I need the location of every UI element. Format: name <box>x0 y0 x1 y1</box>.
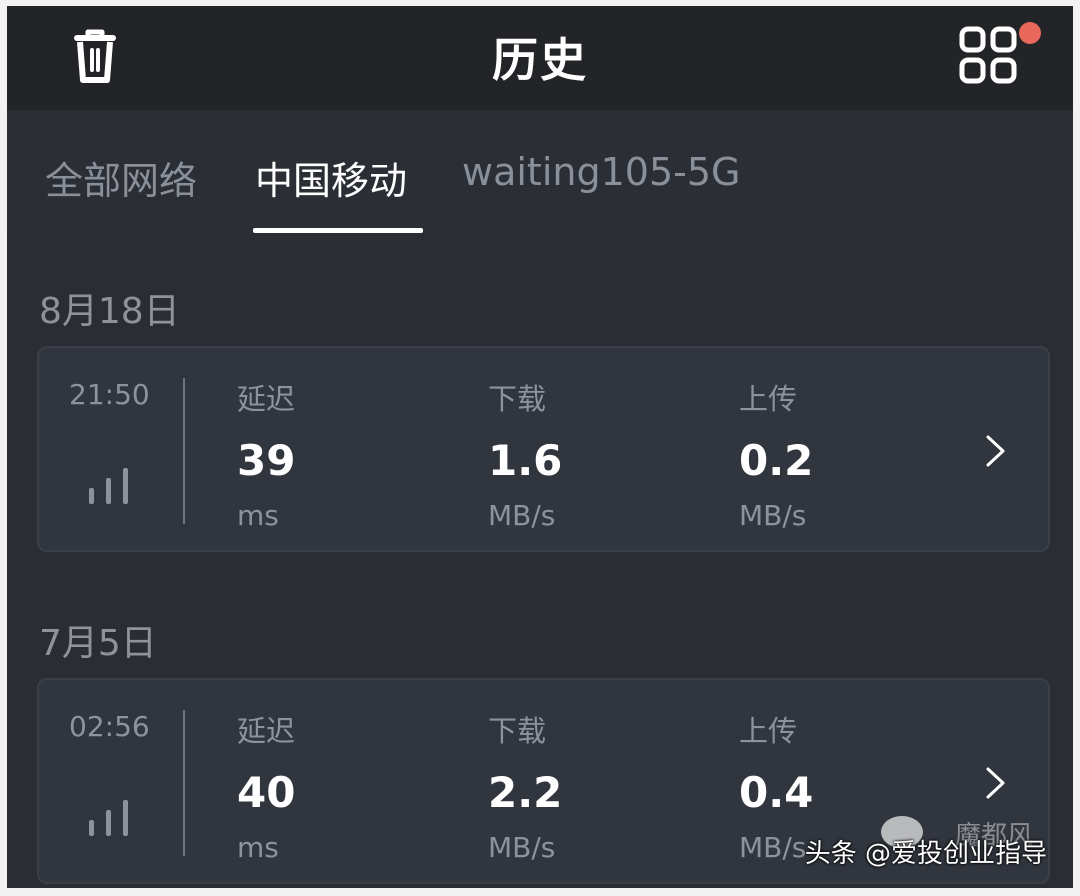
signal-bars-icon <box>89 800 128 836</box>
page-title: 历史 <box>492 33 588 87</box>
download-value: 2.2 <box>488 768 563 817</box>
upload-label: 上传 <box>739 382 798 416</box>
latency-unit: ms <box>237 831 279 864</box>
card-divider <box>183 710 185 856</box>
upload-value: 0.2 <box>739 436 814 485</box>
latency-label: 延迟 <box>237 382 296 416</box>
tab-waiting105-5g[interactable]: waiting105-5G <box>462 150 740 194</box>
section-date: 7月5日 <box>39 623 157 664</box>
top-bar: 历史 <box>7 6 1073 110</box>
latency-unit: ms <box>237 499 279 532</box>
download-label: 下载 <box>488 714 547 748</box>
latency-value: 39 <box>237 436 296 485</box>
latency-metric: 延迟 40 ms <box>237 708 295 864</box>
notification-dot <box>1019 22 1041 44</box>
record-time: 21:50 <box>69 378 150 411</box>
tab-china-mobile[interactable]: 中国移动 <box>255 150 407 205</box>
signal-bars-icon <box>89 468 128 504</box>
latency-metric: 延迟 39 ms <box>237 376 295 532</box>
upload-unit: MB/s <box>739 499 807 532</box>
card-divider <box>183 378 185 524</box>
history-record-card[interactable]: 21:50 延迟 39 ms 下载 1.6 MB/s 上传 0.2 MB/s <box>37 346 1050 552</box>
upload-value: 0.4 <box>739 768 814 817</box>
download-unit: MB/s <box>488 499 556 532</box>
upload-unit: MB/s <box>739 831 807 864</box>
watermark-text: 头条 @爱投创业指导 <box>804 839 1047 869</box>
chevron-right-icon[interactable] <box>985 434 1007 468</box>
latency-label: 延迟 <box>237 714 296 748</box>
chevron-right-icon[interactable] <box>985 766 1007 800</box>
upload-label: 上传 <box>739 714 798 748</box>
download-value: 1.6 <box>488 436 563 485</box>
latency-value: 40 <box>237 768 296 817</box>
network-tabs: 全部网络 中国移动 waiting105-5G <box>7 110 1073 233</box>
download-label: 下载 <box>488 382 547 416</box>
app-frame: 历史 全部网络 中国移动 waiting105-5G 8月18日 21:50 延… <box>7 6 1073 888</box>
download-metric: 下载 2.2 MB/s <box>488 708 562 864</box>
tab-all-networks[interactable]: 全部网络 <box>45 150 197 205</box>
section-date: 8月18日 <box>39 291 180 332</box>
active-tab-indicator <box>253 228 423 233</box>
download-unit: MB/s <box>488 831 556 864</box>
grid-apps-icon[interactable] <box>959 26 1019 86</box>
download-metric: 下载 1.6 MB/s <box>488 376 562 532</box>
record-time: 02:56 <box>69 710 150 743</box>
upload-metric: 上传 0.4 MB/s <box>739 708 813 864</box>
upload-metric: 上传 0.2 MB/s <box>739 376 813 532</box>
